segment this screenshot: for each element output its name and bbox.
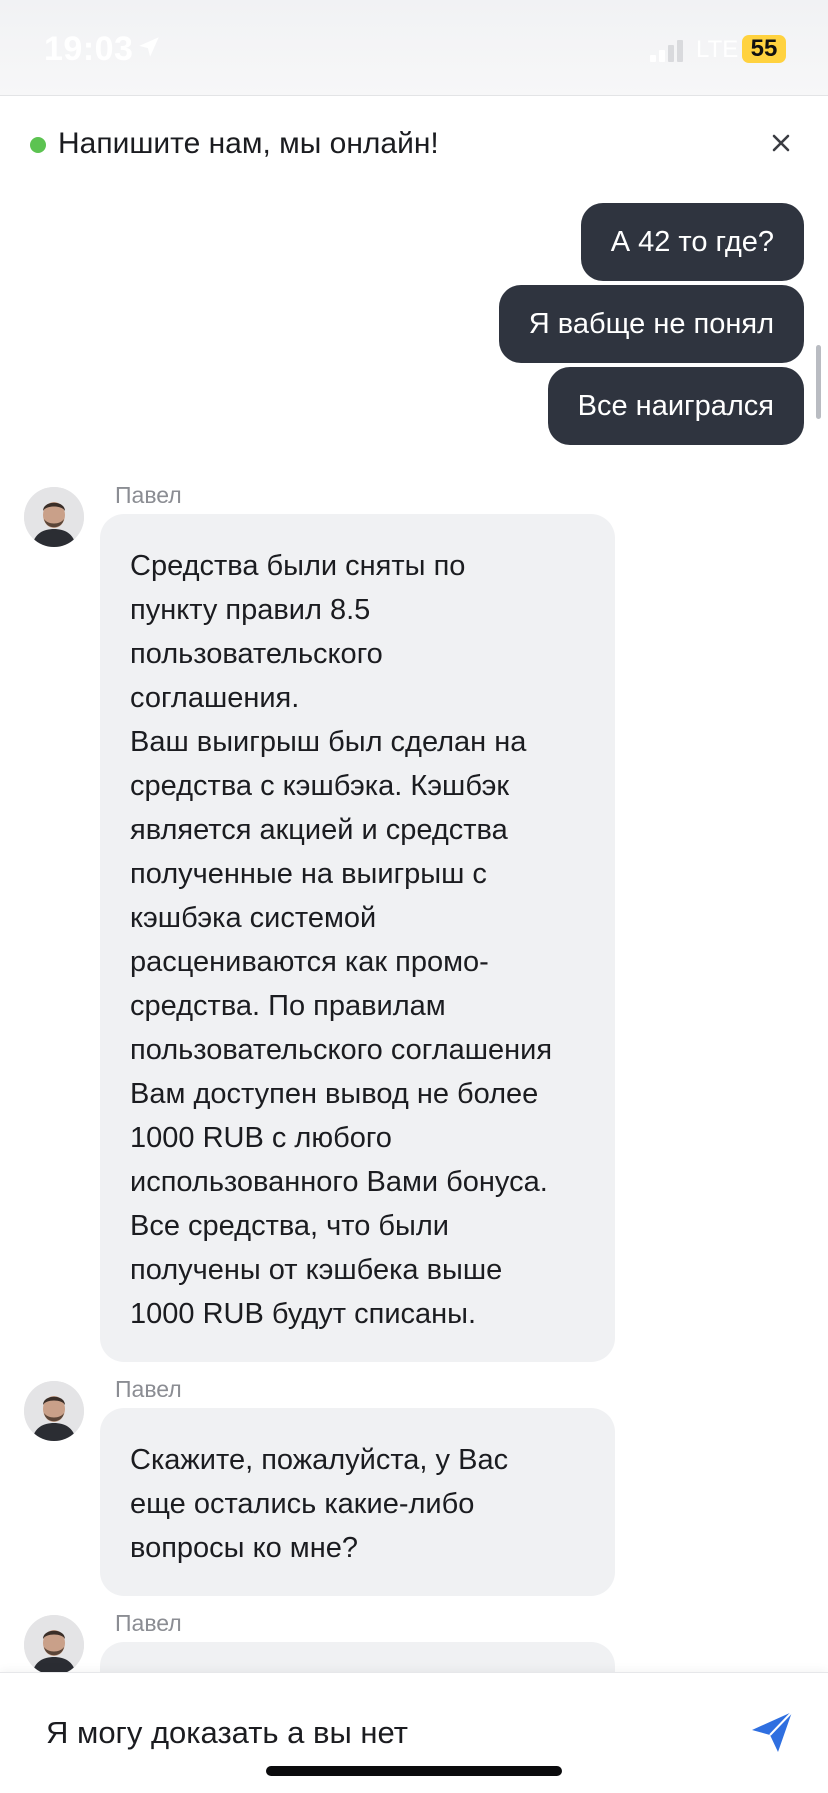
battery-level: 55 <box>742 35 786 63</box>
network-type: LTE <box>696 36 739 63</box>
message-input[interactable] <box>46 1708 726 1758</box>
sender-name: Павел <box>115 1610 182 1636</box>
close-icon[interactable] <box>766 128 796 158</box>
agent-avatar-icon <box>24 1615 84 1675</box>
sender-name: Павел <box>115 1376 182 1402</box>
chat-header-title: Напишите нам, мы онлайн! <box>58 127 439 160</box>
send-icon[interactable] <box>748 1708 796 1756</box>
avatar <box>24 1615 84 1675</box>
incoming-message: Средства были сняты по пункту правил 8.5… <box>100 514 615 1362</box>
scrollbar[interactable] <box>816 345 821 419</box>
sender-name: Павел <box>115 482 182 508</box>
incoming-message: Скажите, пожалуйста, у Вас еще остались … <box>100 1408 615 1596</box>
outgoing-message: А 42 то где? <box>580 203 804 281</box>
status-time: 19:03 <box>44 30 134 68</box>
signal-icon <box>650 40 683 62</box>
online-status-dot <box>30 137 46 153</box>
outgoing-message: Я вабще не понял <box>498 285 804 363</box>
location-arrow-icon <box>139 37 159 57</box>
agent-avatar-icon <box>24 1381 84 1441</box>
agent-avatar-icon <box>24 487 84 547</box>
avatar <box>24 487 84 547</box>
home-indicator <box>266 1766 562 1776</box>
status-bar: 19:03 LTE 55 <box>0 0 828 96</box>
avatar <box>24 1381 84 1441</box>
outgoing-message: Все наигрался <box>547 367 804 445</box>
